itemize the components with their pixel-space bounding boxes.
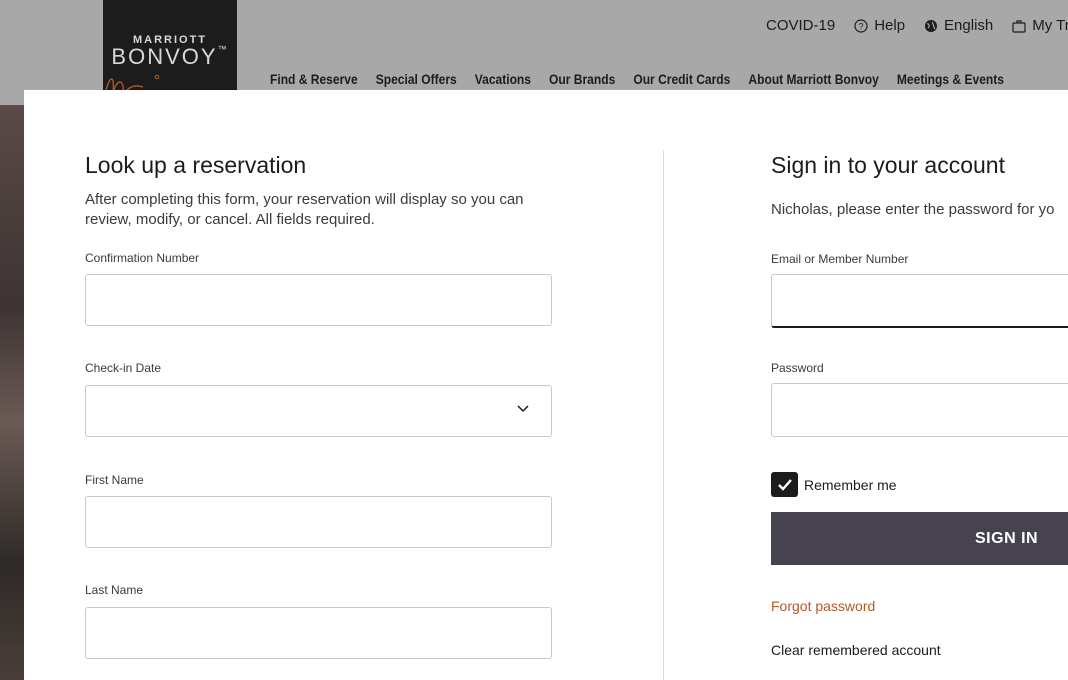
checkmark-icon xyxy=(777,478,792,491)
sign-in-button[interactable]: SIGN IN xyxy=(771,512,1068,565)
clear-remembered-account-link[interactable]: Clear remembered account xyxy=(771,642,941,658)
first-name-field[interactable] xyxy=(85,496,552,548)
last-name-input[interactable] xyxy=(86,608,551,658)
lookup-description: After completing this form, your reserva… xyxy=(85,191,524,228)
nav-vacations[interactable]: Vacations xyxy=(475,71,531,87)
column-divider xyxy=(663,150,664,680)
confirmation-number-input[interactable] xyxy=(86,275,551,325)
nav-about-bonvoy[interactable]: About Marriott Bonvoy xyxy=(748,71,878,87)
remember-me-label: Remember me xyxy=(804,476,897,493)
forgot-password-link[interactable]: Forgot password xyxy=(771,598,875,614)
password-input[interactable] xyxy=(772,384,1068,436)
email-input[interactable] xyxy=(772,275,1068,326)
chevron-down-icon xyxy=(517,405,529,413)
last-name-label: Last Name xyxy=(85,583,144,597)
signin-title: Sign in to your account xyxy=(771,152,1005,178)
suitcase-icon xyxy=(1012,19,1026,33)
checkin-date-label: Check-in Date xyxy=(85,361,162,375)
language-selector[interactable]: English xyxy=(924,17,993,34)
background-photo xyxy=(0,105,24,680)
my-trips-link[interactable]: My Tr xyxy=(1012,17,1068,34)
lookup-title: Look up a reservation xyxy=(85,152,307,178)
confirmation-number-field[interactable] xyxy=(85,274,552,326)
covid-link[interactable]: COVID-19 xyxy=(766,17,835,34)
nav-meetings-events[interactable]: Meetings & Events xyxy=(897,71,1004,87)
account-modal: Look up a reservation After completing t… xyxy=(24,90,1068,680)
signin-description: Nicholas, please enter the password for … xyxy=(771,201,1055,218)
remember-me-checkbox[interactable] xyxy=(771,472,798,497)
checkin-date-input[interactable] xyxy=(86,386,551,436)
covid-label: COVID-19 xyxy=(766,17,836,34)
confirmation-number-label: Confirmation Number xyxy=(85,251,200,265)
globe-icon xyxy=(925,19,938,32)
email-field[interactable] xyxy=(771,274,1068,328)
email-label: Email or Member Number xyxy=(771,252,909,266)
first-name-label: First Name xyxy=(85,473,144,487)
password-label: Password xyxy=(771,361,824,375)
nav-special-offers[interactable]: Special Offers xyxy=(376,71,457,87)
help-link[interactable]: ? Help xyxy=(854,17,905,34)
password-field[interactable] xyxy=(771,383,1068,437)
checkin-date-select[interactable] xyxy=(85,385,552,437)
last-name-field[interactable] xyxy=(85,607,552,659)
my-trips-label: My Tr xyxy=(1032,17,1068,34)
main-nav: Find & Reserve Special Offers Vacations … xyxy=(270,71,1022,87)
svg-text:?: ? xyxy=(859,21,864,31)
help-icon: ? xyxy=(854,18,868,33)
help-label: Help xyxy=(874,17,906,34)
nav-find-reserve[interactable]: Find & Reserve xyxy=(270,71,358,87)
nav-credit-cards[interactable]: Our Credit Cards xyxy=(633,71,730,87)
first-name-input[interactable] xyxy=(86,497,551,547)
language-label: English xyxy=(944,17,994,34)
nav-our-brands[interactable]: Our Brands xyxy=(549,71,615,87)
utility-nav: COVID-19 ? Help English My Tr xyxy=(766,17,1068,34)
remember-me-toggle[interactable]: Remember me xyxy=(771,472,897,497)
